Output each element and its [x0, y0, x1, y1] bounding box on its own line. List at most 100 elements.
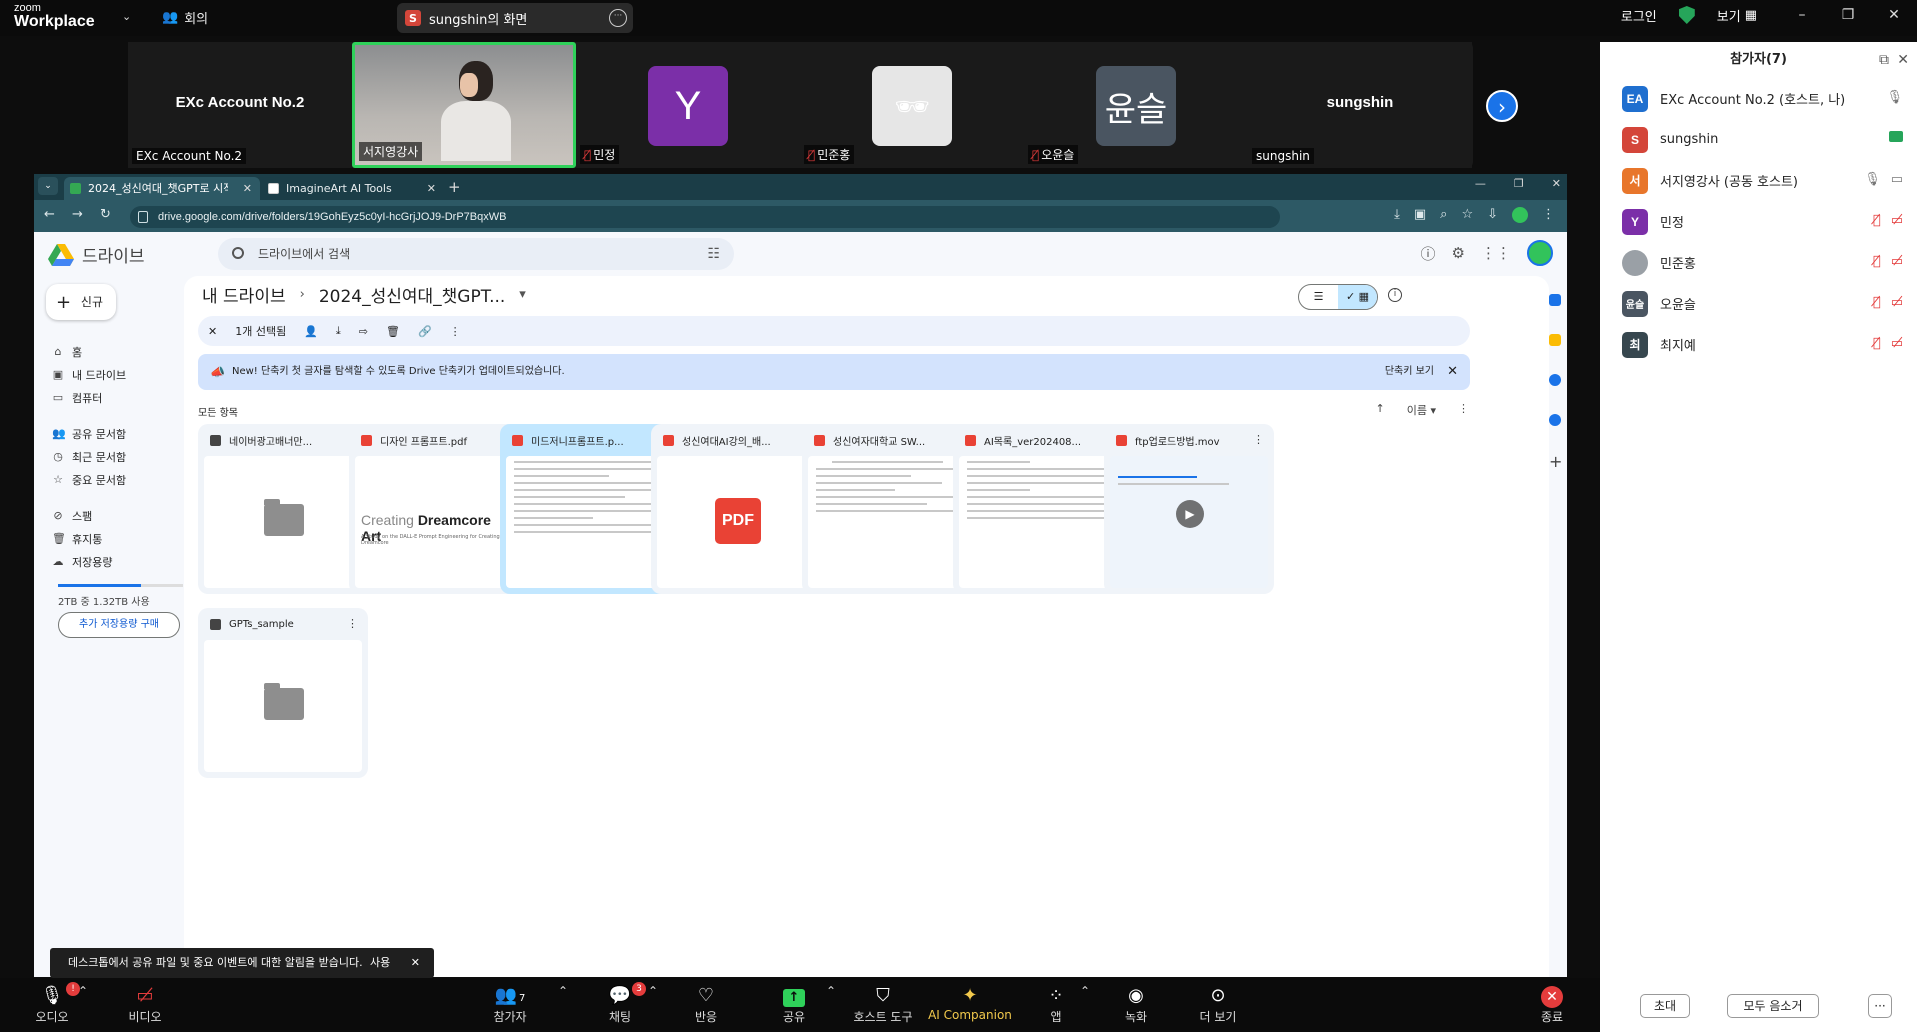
more-actions-icon[interactable]: ⋮	[450, 325, 461, 338]
mic-muted-icon[interactable]: 🎙̸	[1873, 295, 1881, 310]
toast-use-button[interactable]: 사용	[370, 948, 390, 978]
nav-starred[interactable]: ☆ 중요 문서함	[52, 468, 192, 491]
help-icon[interactable]: ⓘ	[1421, 243, 1436, 264]
url-field[interactable]: drive.google.com/drive/folders/19GohEyz5…	[130, 206, 1280, 228]
downloads-icon[interactable]: ⇩	[1487, 207, 1498, 223]
move-folder-icon[interactable]: ⇨	[359, 325, 368, 338]
close-icon[interactable]: ✕	[1897, 52, 1909, 68]
restore-icon[interactable]: ❐	[1514, 177, 1524, 190]
link-icon[interactable]: 🔗	[418, 325, 432, 338]
cast-icon[interactable]: ▣	[1414, 207, 1426, 223]
buy-storage-button[interactable]: 추가 저장용량 구매	[58, 612, 180, 638]
apps-button[interactable]: ⁘ 앱	[1036, 984, 1076, 1025]
file-more-icon[interactable]: ⋮	[1253, 433, 1264, 446]
sort-direction-icon[interactable]: ↑	[1376, 402, 1385, 418]
more-options-icon[interactable]: ···	[609, 9, 627, 27]
new-button[interactable]: + 신규	[46, 284, 116, 320]
view-button[interactable]: 보기 ▦	[1717, 6, 1757, 25]
file-card-folder[interactable]: 네이버광고배너만...⋮	[198, 424, 368, 594]
camera-off-icon[interactable]: ▭̸	[1891, 336, 1903, 351]
grid-view-icon[interactable]: ✓ ▦	[1338, 285, 1377, 309]
dropdown-arrow-icon[interactable]: ▾	[519, 287, 526, 302]
info-icon[interactable]: i	[1388, 288, 1402, 302]
file-card-pdf[interactable]: 성신여대AI강의_배...⋮ PDF	[651, 424, 821, 594]
drive-search-input[interactable]: 드라이브에서 검색 ☷	[218, 238, 734, 270]
nav-computers[interactable]: ▭ 컴퓨터	[52, 386, 192, 409]
chevron-up-icon[interactable]: ⌃	[1080, 984, 1090, 998]
tasks-icon[interactable]	[1549, 374, 1561, 386]
minimize-icon[interactable]: —	[1475, 177, 1486, 190]
play-icon[interactable]: ▶	[1176, 500, 1204, 528]
mic-icon[interactable]: 🎙	[1864, 172, 1881, 187]
camera-off-icon[interactable]: ▭̸	[1891, 254, 1903, 269]
video-tile[interactable]: sungshin sungshin	[1248, 42, 1472, 168]
zoom-icon[interactable]: ⌕	[1440, 207, 1447, 223]
site-info-icon[interactable]	[138, 211, 148, 223]
nav-trash[interactable]: 🗑 휴지통	[52, 527, 192, 550]
nav-spam[interactable]: ⊘ 스팸	[52, 504, 192, 527]
chevron-down-icon[interactable]: ⌄	[122, 10, 131, 23]
video-tile-active-speaker[interactable]: 서지영강사	[352, 42, 576, 168]
browser-tab-active[interactable]: 2024_성신여대_챗GPT로 시작하기 ✕	[64, 177, 260, 200]
breadcrumb-current[interactable]: 2024_성신여대_챗GPT...	[319, 282, 505, 307]
participant-row[interactable]: Y 민정 🎙̸ ▭̸	[1600, 201, 1917, 242]
chevron-up-icon[interactable]: ⌃	[826, 984, 836, 998]
new-tab-button[interactable]: +	[448, 178, 461, 196]
end-meeting-button[interactable]: ✕ 종료	[1532, 984, 1572, 1025]
download-icon[interactable]: ⤓	[336, 324, 341, 338]
close-window-button[interactable]: ✕	[1871, 7, 1917, 23]
clear-selection-icon[interactable]: ✕	[208, 325, 217, 338]
camera-off-icon[interactable]: ▭̸	[1891, 295, 1903, 310]
chevron-up-icon[interactable]: ⌃	[648, 984, 658, 998]
tab-close-icon[interactable]: ✕	[243, 177, 252, 200]
audio-button[interactable]: 🎙! 오디오	[30, 982, 80, 1025]
restore-button[interactable]: ❐	[1825, 7, 1871, 23]
ai-companion-button[interactable]: ✦ AI Companion	[928, 984, 1012, 1022]
close-icon[interactable]: ✕	[1447, 354, 1458, 390]
share-person-icon[interactable]: 👤	[304, 325, 318, 338]
more-options-icon[interactable]: ⋮	[1458, 402, 1469, 418]
zoom-logo[interactable]: zoom Workplace	[14, 3, 95, 30]
gallery-next-page-button[interactable]: ›	[1486, 90, 1518, 122]
meeting-menu-button[interactable]: 👥 회의	[162, 8, 208, 27]
nav-my-drive[interactable]: ▣ 내 드라이브	[52, 363, 192, 386]
profile-icon[interactable]	[1512, 207, 1528, 223]
reload-icon[interactable]: ↻	[100, 207, 111, 222]
apps-grid-icon[interactable]: ⋮⋮	[1481, 244, 1511, 262]
calendar-icon[interactable]	[1549, 294, 1561, 306]
account-avatar[interactable]	[1527, 240, 1553, 266]
video-tile[interactable]: 🕶 🎙̸ 민준홍	[800, 42, 1024, 168]
drive-logo[interactable]: 드라이브	[48, 242, 145, 267]
nav-home[interactable]: ⌂ 홈	[52, 340, 192, 363]
participant-row[interactable]: 서 서지영강사 (공동 호스트) 🎙 ▭	[1600, 160, 1917, 201]
file-card-pdf[interactable]: 성신여자대학교 SW...⋮	[802, 424, 972, 594]
file-more-icon[interactable]: ⋮	[347, 617, 358, 630]
participant-row[interactable]: EA EXc Account No.2 (호스트, 나) 🎙	[1600, 78, 1917, 119]
login-button[interactable]: 로그인	[1621, 6, 1657, 25]
file-card-folder[interactable]: GPTs_sample ⋮	[198, 608, 368, 778]
mute-all-button[interactable]: 모두 음소거	[1727, 994, 1819, 1018]
participant-row[interactable]: 윤슬 오윤슬 🎙̸ ▭̸	[1600, 283, 1917, 324]
nav-storage[interactable]: ☁ 저장용량	[52, 550, 192, 573]
download-icon[interactable]: ⤓	[1394, 207, 1400, 223]
mic-muted-icon[interactable]: 🎙̸	[1873, 336, 1881, 351]
participant-row[interactable]: S sungshin	[1600, 119, 1917, 160]
invite-button[interactable]: 초대	[1640, 994, 1690, 1018]
video-tile[interactable]: 윤슬 🎙̸ 오윤슬	[1024, 42, 1248, 168]
search-filter-icon[interactable]: ☷	[707, 238, 720, 270]
camera-off-icon[interactable]: ▭̸	[1891, 213, 1903, 228]
pop-out-icon[interactable]: ⧉	[1879, 52, 1889, 68]
screen-share-indicator[interactable]: S sungshin의 화면 ···	[397, 3, 633, 33]
forward-arrow-icon[interactable]: →	[72, 207, 83, 222]
keep-icon[interactable]	[1549, 334, 1561, 346]
breadcrumb-root[interactable]: 내 드라이브	[202, 282, 286, 307]
sort-by-button[interactable]: 이름 ▾	[1407, 402, 1436, 418]
tab-close-icon[interactable]: ✕	[427, 177, 436, 200]
close-icon[interactable]: ✕	[411, 948, 420, 978]
file-card-video[interactable]: ftp업로드방법.mov ⋮ ▶	[1104, 424, 1274, 594]
minimize-button[interactable]: –	[1779, 7, 1825, 23]
close-icon[interactable]: ✕	[1552, 177, 1561, 190]
video-button[interactable]: ▭̸ 비디오	[120, 984, 170, 1025]
back-arrow-icon[interactable]: ←	[44, 207, 55, 222]
encryption-shield-icon[interactable]	[1678, 6, 1695, 24]
